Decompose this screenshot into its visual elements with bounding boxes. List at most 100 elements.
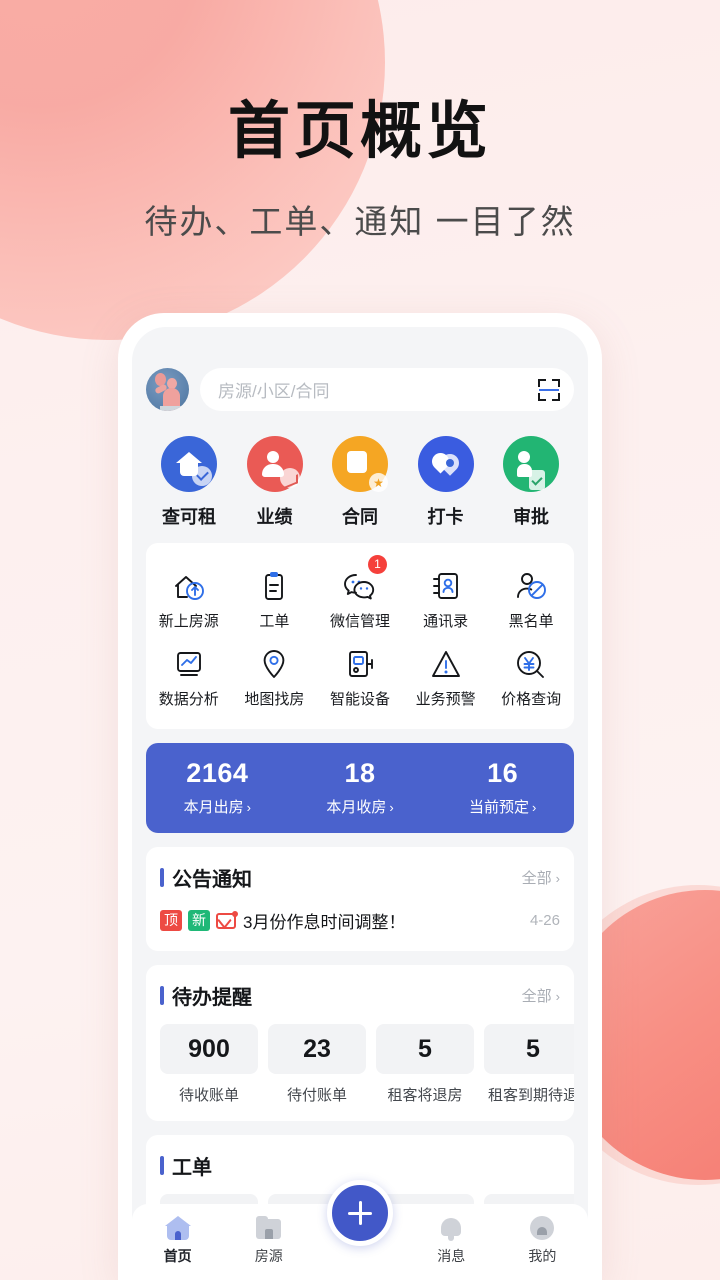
grid-item-label: 微信管理 — [329, 613, 390, 630]
todo-tile[interactable]: 5 租客到期待退 — [484, 1024, 574, 1105]
stat-label: 当前预定 › — [431, 796, 574, 817]
smart-device-icon — [317, 645, 403, 679]
notice-card: 公告通知 全部 › 顶 新 3月份作息时间调整！ 4-26 — [146, 847, 574, 951]
grid-item-contacts[interactable]: 通讯录 — [403, 559, 489, 637]
avatar[interactable] — [146, 368, 189, 411]
tab-label: 首页 — [163, 1248, 192, 1264]
grid-item-new-listing[interactable]: 新上房源 — [146, 559, 232, 637]
hero-section: 首页概览 待办、工单、通知 一目了然 — [0, 0, 720, 243]
grid-item-map-search[interactable]: 地图找房 — [232, 637, 318, 715]
todo-more-link[interactable]: 全部 › — [522, 985, 560, 1006]
search-placeholder: 房源/小区/合同 — [218, 382, 330, 401]
grid-item-label: 通讯录 — [423, 613, 469, 630]
todo-tile-value: 5 — [484, 1024, 574, 1074]
screen-content: 房源/小区/合同 查可租 业绩 ★ 合同 打卡 审批 新上房源 工单 1 微信管… — [132, 327, 588, 1260]
section-accent-bar — [160, 986, 164, 1005]
stat-label: 本月收房 › — [289, 796, 432, 817]
location-pin-icon — [417, 436, 474, 492]
stat-monthly-out[interactable]: 2164 本月出房 › — [146, 758, 289, 817]
notice-more-label: 全部 — [521, 870, 552, 887]
grid-item-wechat[interactable]: 1 微信管理 — [317, 555, 403, 637]
grid-item-label: 业务预警 — [415, 691, 476, 708]
person-approve-icon — [503, 436, 559, 492]
grid-item-workorder[interactable]: 工单 — [232, 559, 318, 637]
search-input[interactable]: 房源/小区/合同 — [200, 368, 574, 411]
todo-tile-value: 900 — [160, 1024, 258, 1074]
todo-tile[interactable]: 5 租客将退房 — [376, 1024, 474, 1105]
notice-more-link[interactable]: 全部 › — [522, 867, 560, 888]
todo-tile[interactable]: 23 待付账单 — [268, 1024, 366, 1105]
tab-label: 消息 — [437, 1248, 466, 1264]
blacklist-icon — [488, 567, 574, 601]
quick-action-daka[interactable]: 打卡 — [409, 436, 483, 529]
chevron-right-icon: › — [532, 800, 537, 815]
tab-messages[interactable]: 消息 — [406, 1214, 497, 1266]
tab-label: 我的 — [528, 1248, 557, 1264]
stat-value: 16 — [487, 758, 519, 788]
grid-item-label: 黑名单 — [508, 613, 554, 630]
todo-title: 待办提醒 — [172, 987, 252, 1009]
stat-monthly-in[interactable]: 18 本月收房 › — [289, 758, 432, 817]
chevron-right-icon: › — [246, 800, 252, 815]
todo-tile-label: 待付账单 — [286, 1087, 347, 1104]
add-button[interactable] — [327, 1180, 393, 1246]
quick-action-chakezu[interactable]: 查可租 — [152, 436, 226, 529]
quick-action-yeji[interactable]: 业绩 — [238, 436, 312, 529]
stat-label-text: 本月收房 — [326, 799, 387, 816]
quick-action-label: 打卡 — [427, 507, 464, 527]
grid-item-label: 价格查询 — [501, 691, 562, 708]
feature-grid-card: 新上房源 工单 1 微信管理 通讯录 黑名单 数据分析 地图找房 智能设备 业务… — [146, 543, 574, 729]
notice-tag-new: 新 — [188, 910, 210, 931]
home-icon — [132, 1214, 223, 1242]
todo-header: 待办提醒 全部 › — [146, 965, 574, 1010]
quick-action-shenpi[interactable]: 审批 — [494, 436, 568, 529]
feature-grid: 新上房源 工单 1 微信管理 通讯录 黑名单 数据分析 地图找房 智能设备 业务… — [146, 543, 574, 729]
grid-item-blacklist[interactable]: 黑名单 — [488, 559, 574, 637]
section-accent-bar — [160, 1156, 164, 1175]
chevron-right-icon: › — [389, 800, 394, 815]
tab-listings[interactable]: 房源 — [223, 1214, 314, 1266]
todo-tile[interactable]: 900 待收账单 — [160, 1024, 258, 1105]
house-upload-icon — [146, 567, 232, 601]
workorder-header: 工单 — [146, 1135, 574, 1180]
wechat-badge-count: 1 — [367, 555, 387, 574]
wechat-icon — [317, 567, 403, 601]
grid-item-label: 地图找房 — [244, 691, 305, 708]
quick-action-hetong[interactable]: ★ 合同 — [323, 436, 397, 529]
envelope-icon — [216, 910, 238, 929]
tab-home[interactable]: 首页 — [132, 1214, 223, 1266]
grid-item-smart-device[interactable]: 智能设备 — [317, 637, 403, 715]
notice-item[interactable]: 顶 新 3月份作息时间调整！ 4-26 — [146, 892, 574, 951]
workorder-title: 工单 — [172, 1157, 212, 1179]
quick-action-label: 审批 — [513, 507, 549, 527]
grid-item-analytics[interactable]: 数据分析 — [146, 637, 232, 715]
person-growth-icon — [246, 436, 303, 492]
phone-mockup: 房源/小区/合同 查可租 业绩 ★ 合同 打卡 审批 新上房源 工单 1 微信管… — [118, 313, 602, 1280]
scan-icon[interactable] — [538, 378, 560, 401]
stat-current-booking[interactable]: 16 当前预定 › — [431, 758, 574, 817]
yuan-search-icon — [488, 645, 574, 679]
stat-label: 本月出房 › — [146, 796, 289, 817]
todo-tile-label: 租客到期待退 — [487, 1087, 574, 1104]
map-pin-icon — [232, 645, 318, 679]
notice-title: 公告通知 — [172, 869, 252, 891]
tab-label: 房源 — [254, 1248, 283, 1264]
todo-tiles[interactable]: 900 待收账单 23 待付账单 5 租客将退房 5 租客到期待退 — [146, 1010, 574, 1121]
grid-item-label: 新上房源 — [158, 613, 219, 630]
page-subtitle: 待办、工单、通知 一目了然 — [144, 203, 576, 241]
section-accent-bar — [160, 868, 164, 887]
phone-screen: 房源/小区/合同 查可租 业绩 ★ 合同 打卡 审批 新上房源 工单 1 微信管… — [132, 327, 588, 1280]
chart-icon — [146, 645, 232, 679]
stat-value: 2164 — [186, 758, 249, 788]
grid-item-price-query[interactable]: 价格查询 — [488, 637, 574, 715]
grid-item-warning[interactable]: 业务预警 — [403, 637, 489, 715]
todo-more-label: 全部 — [521, 988, 552, 1005]
quick-action-label: 查可租 — [162, 507, 216, 527]
todo-tile-value: 23 — [268, 1024, 366, 1074]
chevron-right-icon: › — [555, 871, 560, 886]
tab-profile[interactable]: 我的 — [497, 1214, 588, 1266]
grid-item-label: 智能设备 — [329, 691, 390, 708]
todo-card: 待办提醒 全部 › 900 待收账单 23 待付账单 5 租客将退房 5 租客到… — [146, 965, 574, 1121]
quick-action-label: 业绩 — [256, 507, 293, 527]
document-star-icon: ★ — [332, 436, 388, 492]
